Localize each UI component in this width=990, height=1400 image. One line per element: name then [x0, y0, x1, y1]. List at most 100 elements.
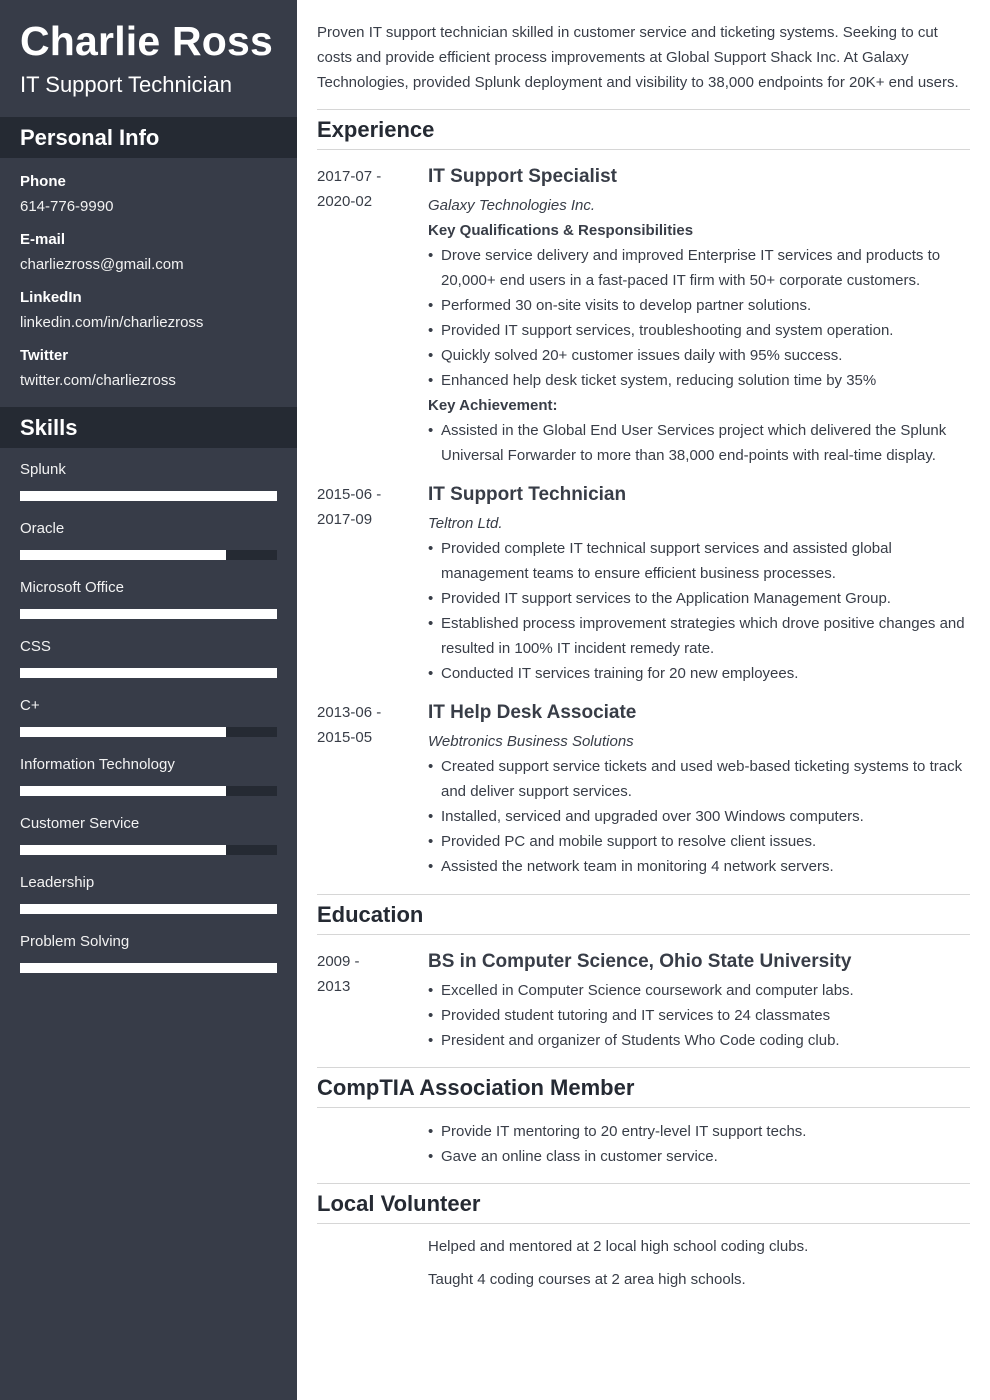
skill-item: Oracle — [20, 519, 277, 578]
skill-level-fill — [20, 845, 226, 855]
profile-summary: Proven IT support technician skilled in … — [317, 24, 959, 91]
entry-body: IT Help Desk Associate Webtronics Busine… — [428, 700, 970, 879]
experience-heading: Experience — [317, 110, 970, 150]
skill-level-fill — [20, 668, 277, 678]
comptia-heading: CompTIA Association Member — [317, 1068, 970, 1108]
experience-section: Experience 2017-07 - 2020-02 IT Support … — [317, 109, 970, 894]
phone-value: 614-776-9990 — [20, 198, 114, 215]
personal-info-email: E-mail charliezross@gmail.com — [20, 230, 277, 275]
bullet-item: Provided student tutoring and IT service… — [428, 1003, 970, 1028]
skill-level-fill — [20, 904, 277, 914]
entry-body: BS in Computer Science, Ohio State Unive… — [428, 949, 970, 1053]
bullet-item: Provided IT support services, troublesho… — [428, 318, 970, 343]
skill-level-bar — [20, 963, 277, 973]
skill-level-bar — [20, 786, 277, 796]
company-name: Webtronics Business Solutions — [428, 733, 634, 750]
bullet-item: Installed, serviced and upgraded over 30… — [428, 804, 970, 829]
degree-title: BS in Computer Science, Ohio State Unive… — [428, 951, 852, 972]
skill-level-bar — [20, 550, 277, 560]
sidebar: Charlie Ross IT Support Technician Perso… — [0, 0, 297, 1400]
job-title: IT Support Technician — [428, 484, 627, 505]
comptia-entry: Provide IT mentoring to 20 entry-level I… — [317, 1108, 970, 1183]
skill-name: Splunk — [20, 461, 66, 478]
skill-item: Splunk — [20, 460, 277, 519]
responsibilities-subheading: Key Qualifications & Responsibilities — [428, 222, 694, 239]
twitter-label: Twitter — [20, 347, 69, 364]
entry-body: Helped and mentored at 2 local high scho… — [428, 1234, 970, 1300]
personal-info-linkedin: LinkedIn linkedin.com/in/charliezross — [20, 288, 277, 333]
bullet-item: Created support service tickets and used… — [428, 754, 970, 804]
skill-level-bar — [20, 845, 277, 855]
date-start: 2017-07 - — [317, 168, 382, 185]
skill-name: Oracle — [20, 520, 65, 537]
personal-info-list: Phone 614-776-9990 E-mail charliezross@g… — [0, 158, 297, 407]
responsibilities-list: Created support service tickets and used… — [428, 754, 970, 879]
entry-date: 2015-06 - 2017-09 — [317, 482, 428, 686]
volunteer-entry: Helped and mentored at 2 local high scho… — [317, 1224, 970, 1300]
company-name: Teltron Ltd. — [428, 515, 503, 532]
job-title: IT Support Specialist — [428, 166, 617, 187]
bullet-item: Provided IT support services to the Appl… — [428, 586, 970, 611]
comptia-section: CompTIA Association Member Provide IT me… — [317, 1067, 970, 1183]
email-label: E-mail — [20, 231, 66, 248]
skill-item: Leadership — [20, 873, 277, 932]
skill-item: Information Technology — [20, 755, 277, 814]
bullet-item: Enhanced help desk ticket system, reduci… — [428, 368, 970, 393]
skill-name: Information Technology — [20, 756, 175, 773]
skill-level-fill — [20, 491, 277, 501]
education-heading: Education — [317, 895, 970, 935]
personal-info-twitter: Twitter twitter.com/charliezross — [20, 346, 277, 391]
entry-date: 2013-06 - 2015-05 — [317, 700, 428, 879]
volunteer-paragraph: Taught 4 coding courses at 2 area high s… — [428, 1271, 746, 1288]
entry-body: Provide IT mentoring to 20 entry-level I… — [428, 1119, 970, 1169]
bullet-item: President and organizer of Students Who … — [428, 1028, 970, 1053]
skill-item: Microsoft Office — [20, 578, 277, 637]
date-end: 2015-05 — [317, 729, 373, 746]
achievement-list: Assisted in the Global End User Services… — [428, 418, 970, 468]
skill-level-fill — [20, 550, 226, 560]
skill-item: Problem Solving — [20, 932, 277, 991]
entry-date — [317, 1234, 428, 1300]
skill-name: CSS — [20, 638, 51, 655]
bullet-item: Established process improvement strategi… — [428, 611, 970, 661]
email-value[interactable]: charliezross@gmail.com — [20, 255, 277, 275]
education-entry: 2009 - 2013 BS in Computer Science, Ohio… — [317, 935, 970, 1067]
skill-level-bar — [20, 727, 277, 737]
skill-name: Microsoft Office — [20, 579, 124, 596]
bullet-item: Performed 30 on-site visits to develop p… — [428, 293, 970, 318]
bullet-item: Assisted in the Global End User Services… — [428, 418, 970, 468]
volunteer-section: Local Volunteer Helped and mentored at 2… — [317, 1183, 970, 1300]
entry-date — [317, 1119, 428, 1169]
bullet-item: Assisted the network team in monitoring … — [428, 854, 970, 879]
skills-list: Splunk Oracle Microsoft Office CSS C+ Informa… — [0, 448, 297, 991]
skill-level-fill — [20, 609, 277, 619]
twitter-value[interactable]: twitter.com/charliezross — [20, 371, 277, 391]
responsibilities-list: Provided complete IT technical support s… — [428, 536, 970, 686]
education-section: Education 2009 - 2013 BS in Computer Sci… — [317, 894, 970, 1067]
date-end: 2020-02 — [317, 193, 373, 210]
bullet-item: Quickly solved 20+ customer issues daily… — [428, 343, 970, 368]
skill-name: Leadership — [20, 874, 95, 891]
skill-item: CSS — [20, 637, 277, 696]
entry-body: IT Support Specialist Galaxy Technologie… — [428, 164, 970, 468]
achievement-subheading: Key Achievement: — [428, 397, 558, 414]
bullet-item: Provided complete IT technical support s… — [428, 536, 970, 586]
date-start: 2013-06 - — [317, 704, 382, 721]
resume-header: Charlie Ross IT Support Technician — [0, 0, 297, 117]
candidate-title: IT Support Technician — [20, 72, 232, 97]
responsibilities-list: Drove service delivery and improved Ente… — [428, 243, 970, 393]
candidate-name: Charlie Ross — [20, 18, 274, 64]
skill-name: C+ — [20, 697, 40, 714]
entry-body: IT Support Technician Teltron Ltd. Provi… — [428, 482, 970, 686]
volunteer-heading: Local Volunteer — [317, 1184, 970, 1224]
linkedin-value[interactable]: linkedin.com/in/charliezross — [20, 313, 277, 333]
bullet-item: Provided PC and mobile support to resolv… — [428, 829, 970, 854]
main-content: Proven IT support technician skilled in … — [317, 0, 970, 1300]
skill-level-fill — [20, 786, 226, 796]
bullet-item: Drove service delivery and improved Ente… — [428, 243, 970, 293]
date-end: 2017-09 — [317, 511, 373, 528]
date-start: 2009 - — [317, 953, 360, 970]
skill-level-bar — [20, 491, 277, 501]
skill-level-bar — [20, 904, 277, 914]
skill-level-fill — [20, 727, 226, 737]
